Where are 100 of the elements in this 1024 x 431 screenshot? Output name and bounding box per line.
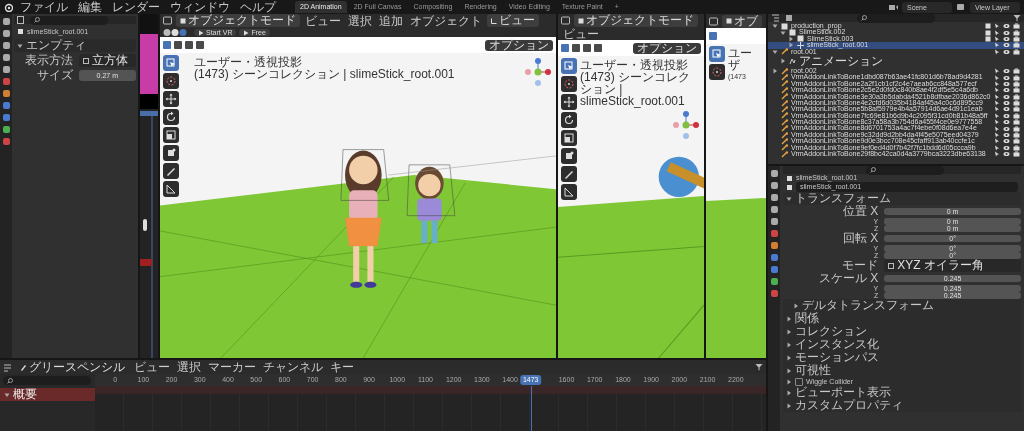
move-tool-button[interactable] xyxy=(163,91,179,107)
menu-item[interactable]: ウィンドウ xyxy=(167,1,233,13)
select-box-tool-button[interactable] xyxy=(163,55,179,71)
collapsed-arrow-icon[interactable] xyxy=(786,341,792,348)
menu-item[interactable]: 追加 xyxy=(377,14,405,27)
collapsed-arrow-icon[interactable] xyxy=(786,328,792,335)
camera-icon[interactable] xyxy=(1013,93,1020,100)
panel-header[interactable]: 可視性 xyxy=(783,364,1021,377)
collapsed-arrow-icon[interactable] xyxy=(786,367,792,374)
eye-icon[interactable] xyxy=(1003,35,1010,42)
camera-icon[interactable] xyxy=(1013,112,1020,119)
menu-item[interactable]: レンダー xyxy=(109,1,163,13)
collapsed-arrow-icon[interactable] xyxy=(780,58,786,65)
menu-item[interactable]: 選択 xyxy=(346,14,374,27)
menu-item[interactable]: 選択 xyxy=(175,361,203,373)
collapsed-arrow-icon[interactable] xyxy=(788,42,794,49)
pencil-tool-button[interactable] xyxy=(561,166,577,182)
eye-icon[interactable] xyxy=(1003,144,1010,151)
eye-icon[interactable] xyxy=(1003,93,1010,100)
scale-tool-button[interactable] xyxy=(561,130,577,146)
collapsed-arrow-icon[interactable] xyxy=(786,389,792,396)
collapsed-arrow-icon[interactable] xyxy=(793,302,799,309)
expanded-arrow-icon[interactable] xyxy=(780,29,786,36)
eye-icon[interactable] xyxy=(1003,48,1010,55)
eye-icon[interactable] xyxy=(1003,132,1010,139)
expanded-arrow-icon[interactable] xyxy=(786,195,792,202)
panel-header[interactable]: ビューポート表示 xyxy=(783,386,1021,399)
eye-icon[interactable] xyxy=(1003,138,1010,145)
panel-header[interactable]: エンプティ xyxy=(14,39,136,52)
camera-icon[interactable] xyxy=(1013,132,1020,139)
menu-item[interactable]: ビュー xyxy=(132,361,172,373)
rotate-tool-button[interactable] xyxy=(561,112,577,128)
ruler-tool-button[interactable] xyxy=(163,181,179,197)
menu-item[interactable]: ビュー xyxy=(303,14,343,27)
collapsed-arrow-icon[interactable] xyxy=(788,35,794,42)
eye-icon[interactable] xyxy=(1003,106,1010,113)
menu-item[interactable]: 編集 xyxy=(75,1,105,13)
eye-icon[interactable] xyxy=(1003,23,1010,30)
menu-item[interactable]: キー xyxy=(328,361,356,373)
select-box-tool-button[interactable] xyxy=(561,58,577,74)
camera-icon[interactable] xyxy=(1013,119,1020,126)
menu-item[interactable]: ヘルプ xyxy=(237,1,279,13)
eye-icon[interactable] xyxy=(1003,112,1010,119)
collapsed-arrow-icon[interactable] xyxy=(786,378,792,385)
dropdown-field[interactable]: 立方体 xyxy=(78,54,136,67)
collapsed-arrow-icon[interactable] xyxy=(786,354,792,361)
editor-type-icon[interactable] xyxy=(561,16,571,25)
camera-icon[interactable] xyxy=(1013,68,1020,75)
collapsed-arrow-icon[interactable] xyxy=(786,402,792,409)
panel-header[interactable]: インスタンス化 xyxy=(783,338,1021,351)
menu-item[interactable]: ビュー xyxy=(561,28,601,40)
panel-header[interactable]: デルタトランスフォーム xyxy=(783,299,1021,312)
checkbox-icon[interactable] xyxy=(985,29,991,36)
options-dropdown[interactable]: オプション xyxy=(485,39,553,51)
expanded-arrow-icon[interactable] xyxy=(772,48,778,55)
eye-icon[interactable] xyxy=(1003,42,1010,49)
mode-dropdown[interactable]: オブ xyxy=(722,14,762,28)
eye-icon[interactable] xyxy=(1003,29,1010,36)
outliner-row[interactable]: アニメーション xyxy=(768,54,1024,68)
editor-type-icon[interactable] xyxy=(163,16,173,25)
transform-tool-button[interactable] xyxy=(561,148,577,164)
camera-icon[interactable] xyxy=(1013,74,1020,81)
search-field[interactable] xyxy=(3,376,91,385)
transform-tool-button[interactable] xyxy=(163,145,179,161)
filter-icon[interactable] xyxy=(755,363,763,371)
eye-icon[interactable] xyxy=(1003,100,1010,107)
scene-icon[interactable] xyxy=(888,3,898,11)
checkbox[interactable] xyxy=(795,377,803,386)
collapsed-arrow-icon[interactable] xyxy=(786,315,792,322)
eye-icon[interactable] xyxy=(1003,74,1010,81)
cursor-tool-button[interactable] xyxy=(561,76,577,92)
checkbox-icon[interactable] xyxy=(985,35,991,42)
eye-icon[interactable] xyxy=(1003,151,1010,158)
rotate-tool-button[interactable] xyxy=(163,109,179,125)
eye-icon[interactable] xyxy=(1003,68,1010,75)
panel-header[interactable]: トランスフォーム xyxy=(783,192,1021,205)
eye-icon[interactable] xyxy=(1003,119,1010,126)
view-dropdown[interactable]: ビュー xyxy=(487,14,539,27)
expanded-arrow-icon[interactable] xyxy=(17,42,23,49)
move-tool-button[interactable] xyxy=(561,94,577,110)
collapsed-arrow-icon[interactable] xyxy=(772,68,778,75)
camera-icon[interactable] xyxy=(1013,23,1020,30)
eye-icon[interactable] xyxy=(1003,87,1010,94)
camera-icon[interactable] xyxy=(1013,42,1020,49)
camera-icon[interactable] xyxy=(1013,29,1020,36)
mode-dropdown[interactable]: グリースペンシル xyxy=(16,360,129,374)
options-dropdown[interactable]: オプション xyxy=(633,42,701,54)
pencil-tool-button[interactable] xyxy=(163,163,179,179)
eye-icon[interactable] xyxy=(1003,125,1010,132)
camera-icon[interactable] xyxy=(1013,144,1020,151)
summary-channel[interactable]: 概要 xyxy=(0,388,95,401)
panel-header[interactable]: モーションパス xyxy=(783,351,1021,364)
panel-header[interactable]: 関係 xyxy=(783,312,1021,325)
camera-icon[interactable] xyxy=(1013,87,1020,94)
ruler-tool-button[interactable] xyxy=(561,184,577,200)
panel-header[interactable]: カスタムプロパティ xyxy=(783,399,1021,412)
select-box-tool-button[interactable] xyxy=(709,46,725,62)
display-mode-icon[interactable] xyxy=(785,14,793,22)
expanded-arrow-icon[interactable] xyxy=(772,23,778,30)
search-field[interactable] xyxy=(857,14,935,23)
